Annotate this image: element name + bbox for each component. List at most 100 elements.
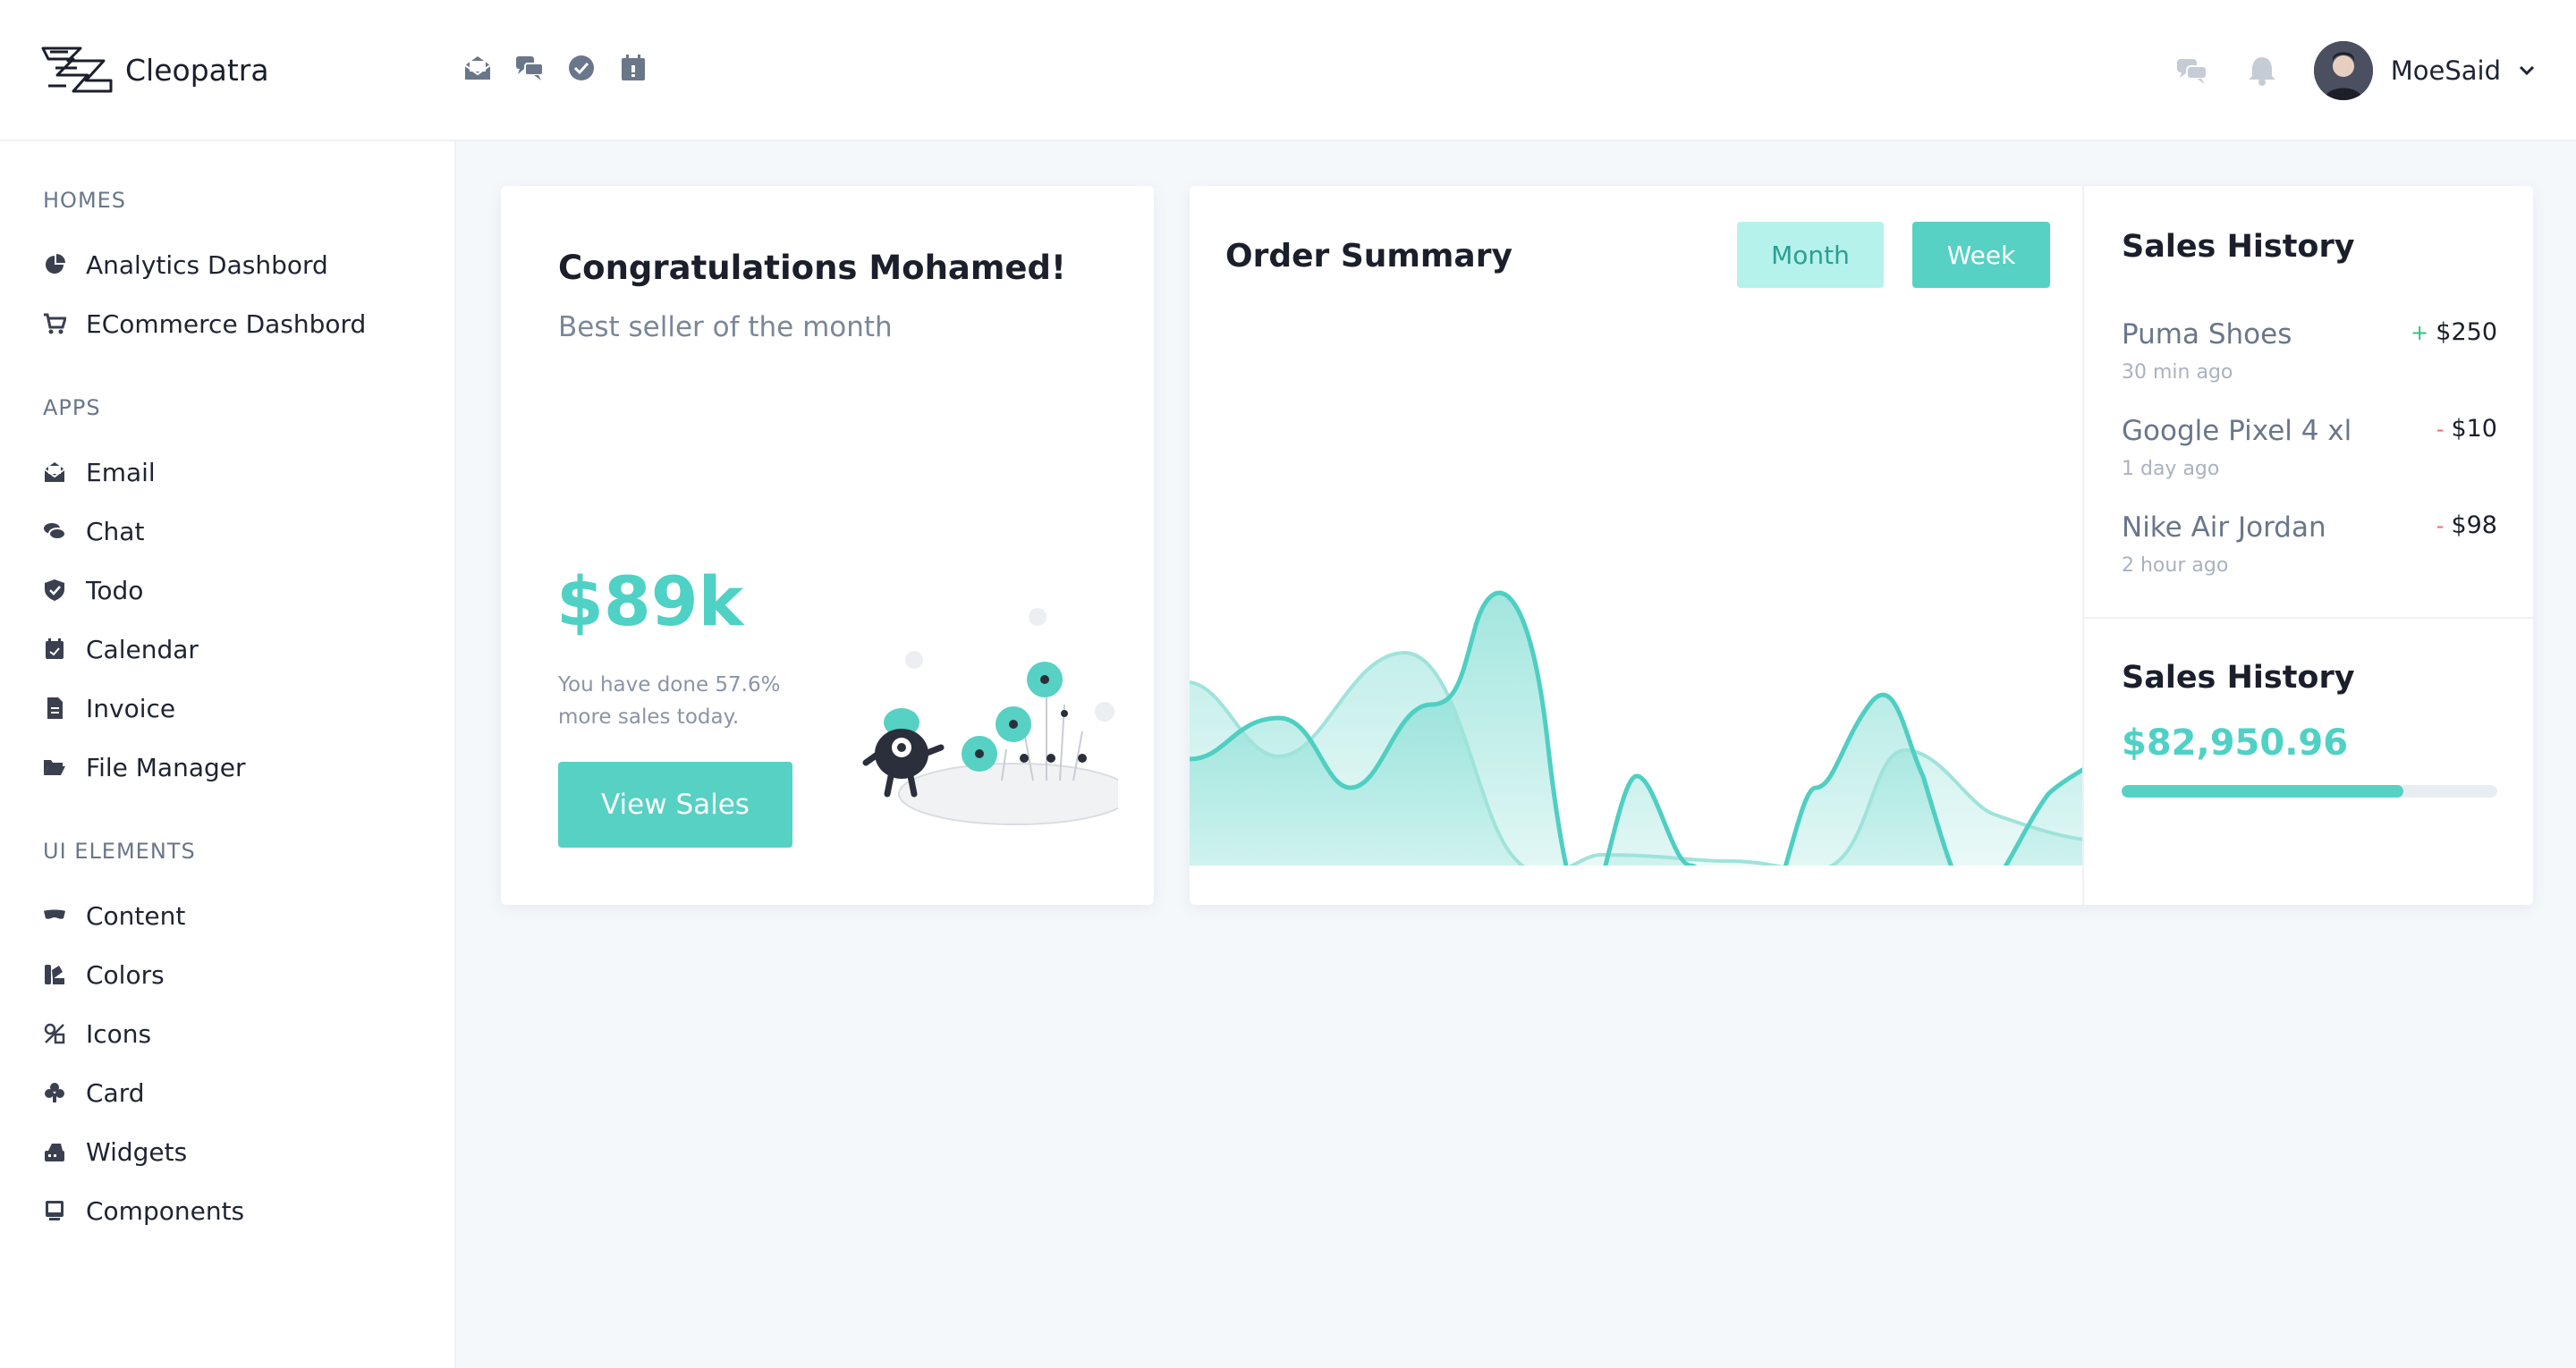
item-name: Nike Air Jordan xyxy=(2122,511,2326,544)
order-summary-card: Order Summary Month Week Sales History P… xyxy=(1190,186,2533,905)
desktop-icon xyxy=(41,1197,68,1224)
sidebar-item-chat[interactable]: Chat xyxy=(41,509,144,553)
section-title-apps: APPS xyxy=(43,395,101,420)
plus-sign: + xyxy=(2411,320,2429,345)
item-name: Puma Shoes xyxy=(2122,318,2292,350)
sidebar-item-icons[interactable]: Icons xyxy=(41,1011,151,1056)
view-sales-button[interactable]: View Sales xyxy=(558,762,792,848)
user-name: MoeSaid xyxy=(2390,55,2501,86)
sales-total-title: Sales History xyxy=(2122,660,2355,696)
sidebar-item-calendar[interactable]: Calendar xyxy=(41,627,199,671)
sidebar: HOMES Analytics Dashbord ECommerce Dashb… xyxy=(0,141,456,1368)
cleopatra-logo-icon xyxy=(41,46,113,93)
sidebar-item-label: Analytics Dashbord xyxy=(86,249,328,280)
sidebar-item-label: Email xyxy=(86,457,156,487)
shield-check-icon xyxy=(41,577,68,604)
sales-history-title: Sales History xyxy=(2122,229,2355,265)
sidebar-item-ecommerce-dashboard[interactable]: ECommerce Dashbord xyxy=(41,301,366,346)
sidebar-item-label: Todo xyxy=(86,575,144,605)
sidebar-item-label: ECommerce Dashbord xyxy=(86,308,367,339)
brand[interactable]: Cleopatra xyxy=(41,43,269,97)
sidebar-item-components[interactable]: Components xyxy=(41,1188,244,1233)
notifications-bell-icon[interactable] xyxy=(2244,53,2280,89)
item-amount: + $250 xyxy=(2411,318,2497,346)
pie-chart-icon xyxy=(41,251,68,278)
month-button[interactable]: Month xyxy=(1737,222,1884,288)
folder-open-icon xyxy=(41,754,68,781)
sidebar-item-label: Icons xyxy=(86,1018,152,1049)
sidebar-item-label: Widgets xyxy=(86,1136,188,1167)
sidebar-item-label: File Manager xyxy=(86,752,246,782)
section-title-homes: HOMES xyxy=(43,188,127,213)
sales-total-amount: $82,950.96 xyxy=(2122,722,2349,764)
order-summary-title: Order Summary xyxy=(1225,238,1513,274)
cart-icon xyxy=(41,310,68,337)
sidebar-item-label: Content xyxy=(86,900,186,931)
order-summary-panel: Order Summary Month Week xyxy=(1190,186,2084,905)
palette-icon xyxy=(41,961,68,988)
order-summary-chart xyxy=(1190,590,2082,866)
congrats-title: Congratulations Mohamed! xyxy=(558,249,1066,287)
monster-plant-illustration xyxy=(862,608,1118,825)
sidebar-item-label: Chat xyxy=(86,516,145,546)
congrats-subtitle: Best seller of the month xyxy=(558,311,893,343)
congrats-card: Congratulations Mohamed! Best seller of … xyxy=(501,186,1154,905)
sidebar-item-invoice[interactable]: Invoice xyxy=(41,686,175,730)
section-title-ui-elements: UI ELEMENTS xyxy=(43,839,196,864)
icons-icon xyxy=(41,1020,68,1047)
item-amount-value: $250 xyxy=(2436,318,2497,346)
item-time: 30 min ago xyxy=(2122,361,2233,384)
envelope-open-icon xyxy=(41,459,68,486)
sidebar-item-analytics-dashboard[interactable]: Analytics Dashbord xyxy=(41,242,328,287)
sales-progress-bar xyxy=(2122,785,2497,798)
quick-apps xyxy=(462,52,649,84)
chevron-down-icon xyxy=(2519,65,2535,76)
sidebar-item-content[interactable]: Content xyxy=(41,893,185,938)
email-icon[interactable] xyxy=(462,52,494,84)
top-right-controls: MoeSaid xyxy=(2174,39,2537,102)
brand-name: Cleopatra xyxy=(125,52,269,88)
item-time: 2 hour ago xyxy=(2122,554,2229,577)
file-invoice-icon xyxy=(41,695,68,722)
minus-sign: - xyxy=(2436,513,2445,538)
sidebar-item-email[interactable]: Email xyxy=(41,450,156,494)
sidebar-item-label: Calendar xyxy=(86,634,199,664)
item-time: 1 day ago xyxy=(2122,458,2220,480)
sidebar-item-label: Card xyxy=(86,1077,145,1108)
sales-history-panel: Sales History Puma Shoes 30 min ago + $25… xyxy=(2084,186,2533,905)
sidebar-item-label: Colors xyxy=(86,959,165,990)
club-icon xyxy=(41,1079,68,1106)
sidebar-item-todo[interactable]: Todo xyxy=(41,568,143,612)
item-amount-value: $98 xyxy=(2451,511,2497,539)
sidebar-item-card[interactable]: Card xyxy=(41,1070,145,1115)
comments-icon xyxy=(41,518,68,545)
todo-check-icon[interactable] xyxy=(565,52,597,84)
item-amount-value: $10 xyxy=(2451,415,2497,443)
item-amount: - $10 xyxy=(2436,415,2497,443)
sales-history-item[interactable]: Puma Shoes 30 min ago + $250 xyxy=(2122,318,2497,399)
sidebar-item-widgets[interactable]: Widgets xyxy=(41,1129,187,1174)
divider xyxy=(2084,617,2533,619)
minus-sign: - xyxy=(2436,417,2445,442)
week-button[interactable]: Week xyxy=(1912,222,2050,288)
chat-icon[interactable] xyxy=(513,52,546,84)
item-name: Google Pixel 4 xl xyxy=(2122,415,2352,447)
sidebar-item-label: Components xyxy=(86,1195,245,1226)
messages-icon[interactable] xyxy=(2174,53,2210,89)
mask-icon xyxy=(41,902,68,929)
sidebar-item-label: Invoice xyxy=(86,693,176,723)
sidebar-item-file-manager[interactable]: File Manager xyxy=(41,745,246,790)
sales-history-item[interactable]: Google Pixel 4 xl 1 day ago - $10 xyxy=(2122,415,2497,495)
sales-amount: $89k xyxy=(556,562,744,641)
item-amount: - $98 xyxy=(2436,511,2497,539)
calendar-icon xyxy=(41,636,68,663)
sales-note: You have done 57.6% more sales today. xyxy=(558,673,781,729)
calendar-icon[interactable] xyxy=(617,52,649,84)
widgets-icon xyxy=(41,1138,68,1165)
sales-history-item[interactable]: Nike Air Jordan 2 hour ago - $98 xyxy=(2122,511,2497,592)
avatar xyxy=(2313,41,2373,100)
user-menu[interactable]: MoeSaid xyxy=(2313,41,2537,100)
sidebar-item-colors[interactable]: Colors xyxy=(41,952,165,997)
top-bar: Cleopatra MoeSaid xyxy=(0,0,2576,141)
sales-progress-fill xyxy=(2122,785,2403,798)
